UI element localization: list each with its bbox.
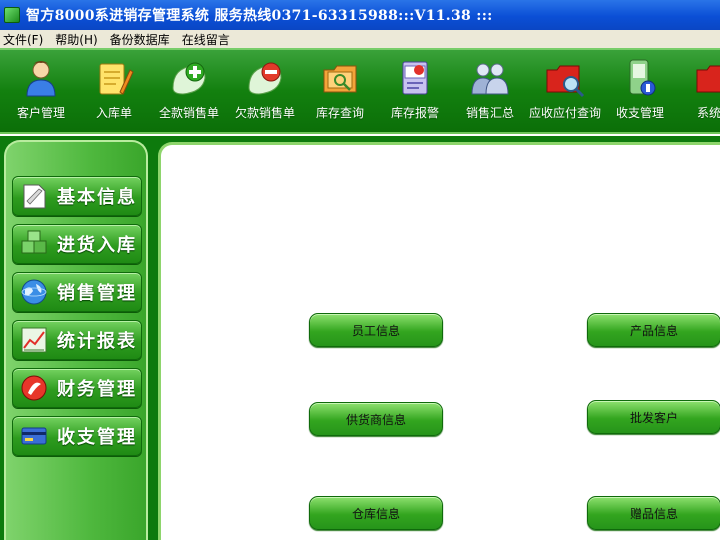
toolbar-button-label: 应收应付查询 [528, 106, 601, 120]
notepad-pencil-icon [99, 63, 134, 95]
menu-bar: 文件(F) 帮助(H) 备份数据库 在线留言 [0, 30, 720, 48]
red-folder-magnifier-icon [546, 65, 585, 98]
toolbar-button-label: 收支管理 [615, 106, 664, 120]
sidebar-item-label: 统计报表 [57, 331, 137, 352]
globe-icon [21, 279, 47, 305]
card-icon [21, 427, 47, 445]
toolbar-button-label: 全款销售单 [158, 106, 219, 120]
sidebar-item-label: 财务管理 [57, 379, 137, 400]
product-info-button[interactable]: 产品信息 [587, 313, 720, 347]
boxes-icon [21, 230, 47, 254]
sidebar-item-income-expense[interactable]: 收支管理 [12, 416, 142, 456]
sidebar-item-sales-management[interactable]: 销售管理 [12, 272, 142, 312]
toolbar-button-label: 入库单 [95, 106, 132, 120]
red-folder-icon [696, 65, 720, 93]
toolbar-button-label: 库存报警 [390, 106, 439, 120]
sidebar: 基本信息 进货入库 销售管理 统计报表 财务管理 收支管理 [4, 140, 148, 540]
sidebar-item-label: 销售管理 [57, 283, 137, 304]
employee-info-button[interactable]: 员工信息 [309, 313, 443, 347]
toolbar-button-label: 库存查询 [315, 106, 364, 120]
toolbar-credit-sales-button[interactable]: 欠款销售单 [228, 58, 302, 130]
sidebar-item-label: 基本信息 [57, 187, 137, 208]
toolbar-button-label: 客户管理 [16, 106, 65, 120]
menu-backup-database[interactable]: 备份数据库 [104, 31, 176, 48]
toolbar-stock-in-button[interactable]: 入库单 [77, 58, 151, 130]
warehouse-info-button[interactable]: 仓库信息 [309, 496, 443, 530]
toolbar-customer-management-button[interactable]: 客户管理 [4, 58, 78, 130]
sidebar-item-statistics-report[interactable]: 统计报表 [12, 320, 142, 360]
wholesale-customer-button[interactable]: 批发客户 [587, 400, 720, 434]
toolbar-income-expense-button[interactable]: 收支管理 [603, 58, 677, 130]
menu-online-message[interactable]: 在线留言 [176, 31, 236, 48]
document-icon [23, 184, 46, 209]
gift-info-button[interactable]: 赠品信息 [587, 496, 720, 530]
toolbar-button-label: 欠款销售单 [234, 106, 295, 120]
sidebar-item-label: 收支管理 [57, 427, 137, 448]
phone-money-icon [629, 59, 656, 96]
book-alarm-icon [402, 61, 428, 95]
line-chart-icon [21, 327, 47, 353]
sidebar-item-label: 进货入库 [57, 235, 137, 256]
toolbar-full-payment-sales-button[interactable]: 全款销售单 [152, 58, 226, 130]
folder-search-icon [323, 65, 357, 93]
toolbar-system-settings-button[interactable]: 系统设 [678, 58, 720, 130]
minus-leaf-icon [248, 62, 282, 95]
toolbar-button-label: 系统设 [696, 106, 720, 120]
supplier-info-button[interactable]: 供货商信息 [309, 402, 443, 436]
person-icon [26, 61, 56, 97]
toolbar: 客户管理 入库单 全款销售单 欠款销售单 库存查询 库存报警 销售汇总 应收应付… [0, 48, 720, 134]
app-icon [4, 7, 20, 23]
menu-file[interactable]: 文件(F) [0, 31, 49, 48]
window-title: 智方8000系进销存管理系统 服务热线0371-63315988:::V11.3… [26, 8, 493, 24]
plus-leaf-icon [172, 62, 206, 95]
title-bar: 智方8000系进销存管理系统 服务热线0371-63315988:::V11.3… [0, 0, 720, 30]
sidebar-item-basic-info[interactable]: 基本信息 [12, 176, 142, 216]
menu-help[interactable]: 帮助(H) [49, 31, 103, 48]
toolbar-button-label: 销售汇总 [465, 106, 514, 120]
group-people-icon [471, 63, 509, 95]
red-seal-icon [21, 375, 47, 401]
toolbar-receivable-payable-query-button[interactable]: 应收应付查询 [528, 58, 602, 130]
toolbar-inventory-alarm-button[interactable]: 库存报警 [378, 58, 452, 130]
sidebar-item-finance-management[interactable]: 财务管理 [12, 368, 142, 408]
sidebar-item-stock-in[interactable]: 进货入库 [12, 224, 142, 264]
toolbar-sales-summary-button[interactable]: 销售汇总 [453, 58, 527, 130]
toolbar-inventory-query-button[interactable]: 库存查询 [303, 58, 377, 130]
